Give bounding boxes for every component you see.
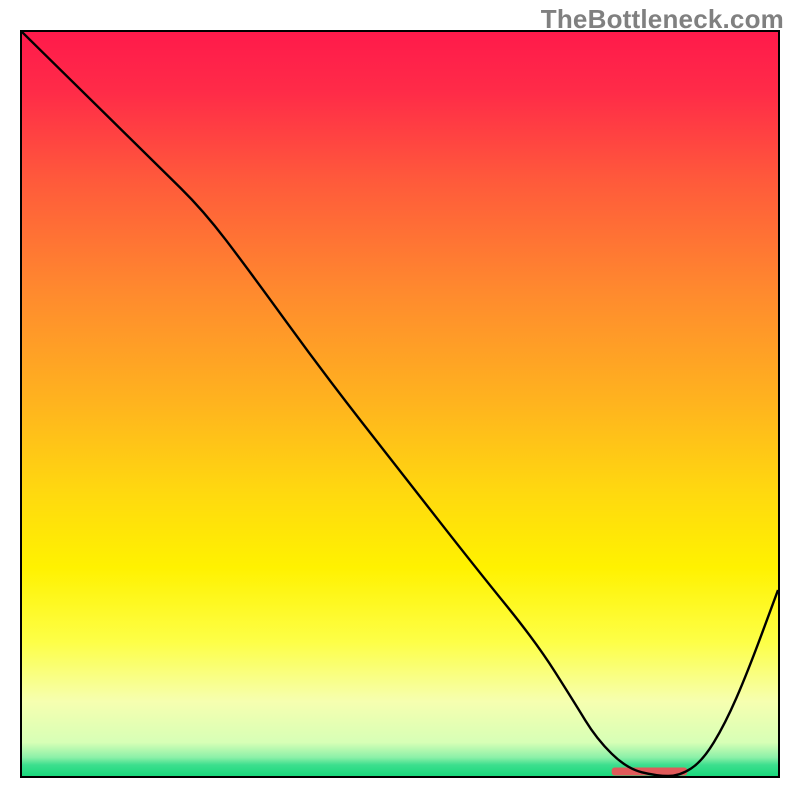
chart-stage: TheBottleneck.com — [0, 0, 800, 800]
watermark-text: TheBottleneck.com — [541, 4, 784, 35]
plot-area — [20, 30, 780, 778]
chart-svg — [22, 32, 778, 776]
